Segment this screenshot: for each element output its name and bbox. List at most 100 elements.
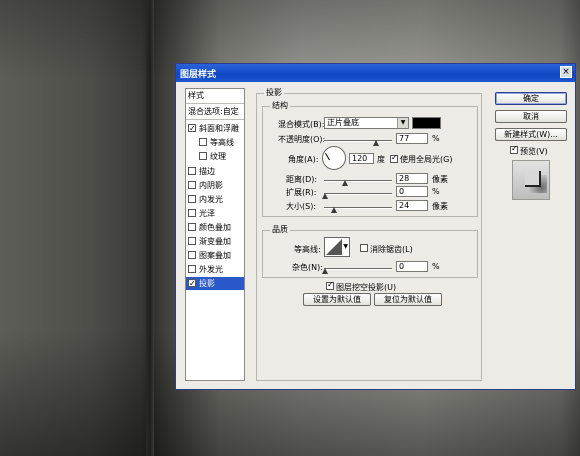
sidebar-checkbox[interactable]: [188, 195, 196, 203]
sidebar-item-drop-shadow[interactable]: 投影: [186, 277, 244, 290]
style-preview-thumbnail: [512, 160, 550, 200]
reset-default-label: 复位为默认值: [384, 295, 432, 304]
drop-shadow-panel-title: 投影: [264, 87, 284, 98]
sidebar-item-texture[interactable]: 纹理: [186, 150, 244, 163]
make-default-label: 设置为默认值: [313, 295, 361, 304]
sidebar-item-contour[interactable]: 等高线: [186, 136, 244, 149]
cancel-button[interactable]: 取消: [495, 110, 567, 123]
size-label: 大小(S):: [286, 202, 317, 211]
close-icon: ×: [562, 67, 570, 77]
sidebar-checkbox[interactable]: [188, 277, 196, 290]
sidebar-item-label: 外发光: [199, 265, 223, 274]
sidebar-item-label: 样式: [188, 91, 204, 100]
sidebar-checkbox[interactable]: [188, 237, 196, 245]
angle-dial[interactable]: [322, 146, 346, 170]
spread-input[interactable]: 0: [396, 186, 428, 197]
sidebar-item-outer-glow[interactable]: 外发光: [186, 263, 244, 276]
size-input[interactable]: 24: [396, 200, 428, 211]
opacity-slider-thumb[interactable]: [373, 140, 380, 147]
close-button[interactable]: ×: [560, 66, 572, 78]
new-style-label: 新建样式(W)...: [504, 130, 558, 139]
sidebar-checkbox[interactable]: [188, 265, 196, 273]
preview-square-shape: [525, 171, 541, 187]
sidebar-checkbox[interactable]: [188, 209, 196, 217]
distance-slider-track[interactable]: [324, 180, 392, 182]
blend-mode-label: 混合模式(B):: [278, 120, 325, 129]
sidebar-item-label: 混合选项:自定: [188, 107, 239, 116]
preview-label: 预览(V): [520, 147, 548, 156]
dialog-titlebar[interactable]: 图层样式 ×: [176, 64, 575, 82]
distance-slider-thumb[interactable]: [342, 180, 349, 187]
cancel-label: 取消: [523, 112, 539, 121]
chevron-down-icon: ▼: [343, 243, 348, 250]
sidebar-header-styles[interactable]: 样式: [186, 89, 246, 102]
sidebar-item-inner-shadow[interactable]: 内阴影: [186, 179, 244, 192]
sidebar-item-inner-glow[interactable]: 内发光: [186, 193, 244, 206]
distance-input[interactable]: 28: [396, 173, 428, 184]
layer-style-dialog: 图层样式 × 样式 混合选项:自定 斜面和浮雕 等高线 纹理 描边 内阴影 内发…: [175, 63, 576, 390]
sidebar-item-gradient-overlay[interactable]: 渐变叠加: [186, 235, 244, 248]
ok-button[interactable]: 确定: [495, 92, 567, 105]
spread-slider-thumb[interactable]: [322, 193, 329, 200]
noise-unit: %: [432, 262, 440, 271]
sidebar-item-blending-options[interactable]: 混合选项:自定: [186, 105, 246, 118]
sidebar-item-pattern-overlay[interactable]: 图案叠加: [186, 249, 244, 262]
preview-checkbox[interactable]: [510, 144, 518, 154]
sidebar-item-label: 颜色叠加: [199, 223, 231, 232]
sidebar-checkbox[interactable]: [188, 122, 196, 135]
spread-unit: %: [432, 187, 440, 196]
angle-dial-needle: [325, 152, 330, 161]
contour-curve-icon: [326, 239, 342, 255]
sidebar-item-color-overlay[interactable]: 颜色叠加: [186, 221, 244, 234]
knockout-label: 图层挖空投影(U): [336, 283, 397, 292]
spread-slider-track[interactable]: [324, 193, 392, 195]
distance-unit: 像素: [432, 175, 448, 184]
size-slider-thumb[interactable]: [331, 207, 338, 214]
opacity-unit: %: [432, 134, 440, 143]
sidebar-checkbox[interactable]: [188, 223, 196, 231]
sidebar-checkbox[interactable]: [199, 138, 207, 146]
sidebar-item-bevel-emboss[interactable]: 斜面和浮雕: [186, 122, 244, 135]
spread-value: 0: [399, 187, 405, 196]
global-light-checkbox[interactable]: [390, 153, 398, 163]
shadow-color-swatch[interactable]: [412, 117, 441, 129]
opacity-label: 不透明度(O):: [278, 135, 326, 144]
sidebar-item-label: 内阴影: [199, 181, 223, 190]
opacity-value: 77: [399, 134, 410, 143]
sidebar-checkbox[interactable]: [188, 251, 196, 259]
sidebar-item-label: 等高线: [210, 138, 234, 147]
angle-value: 120: [352, 154, 368, 163]
sidebar-checkbox[interactable]: [199, 152, 207, 160]
reset-default-button[interactable]: 复位为默认值: [374, 293, 442, 306]
sidebar-divider: [186, 103, 244, 104]
distance-label: 距离(D):: [286, 175, 318, 184]
new-style-button[interactable]: 新建样式(W)...: [495, 128, 567, 141]
angle-input[interactable]: 120: [349, 153, 374, 164]
noise-label: 杂色(N):: [292, 263, 323, 272]
dialog-title: 图层样式: [180, 70, 217, 80]
angle-unit: 度: [377, 155, 385, 164]
noise-slider-thumb[interactable]: [322, 268, 329, 275]
opacity-slider-track[interactable]: [324, 140, 392, 142]
sidebar-item-stroke[interactable]: 描边: [186, 165, 244, 178]
antialias-checkbox[interactable]: [360, 244, 368, 252]
opacity-input[interactable]: 77: [396, 133, 428, 144]
make-default-button[interactable]: 设置为默认值: [303, 293, 371, 306]
sidebar-item-label: 光泽: [199, 209, 215, 218]
blend-mode-select[interactable]: 正片叠底 ▼: [324, 117, 409, 129]
noise-input[interactable]: 0: [396, 261, 428, 272]
global-light-label: 使用全局光(G): [400, 155, 453, 164]
wall-seam: [146, 0, 154, 456]
sidebar-divider: [186, 119, 244, 120]
sidebar-checkbox[interactable]: [188, 181, 196, 189]
sidebar-checkbox[interactable]: [188, 167, 196, 175]
noise-slider-track[interactable]: [324, 268, 392, 270]
sidebar-item-label: 投影: [199, 279, 215, 288]
contour-picker[interactable]: ▼: [324, 237, 350, 257]
styles-sidebar: 样式 混合选项:自定 斜面和浮雕 等高线 纹理 描边 内阴影 内发光 光泽 颜色…: [185, 88, 245, 381]
blend-mode-value: 正片叠底: [327, 118, 359, 127]
size-value: 24: [399, 201, 410, 210]
antialias-label: 消除锯齿(L): [370, 245, 413, 254]
sidebar-item-satin[interactable]: 光泽: [186, 207, 244, 220]
knockout-checkbox[interactable]: [326, 280, 334, 290]
